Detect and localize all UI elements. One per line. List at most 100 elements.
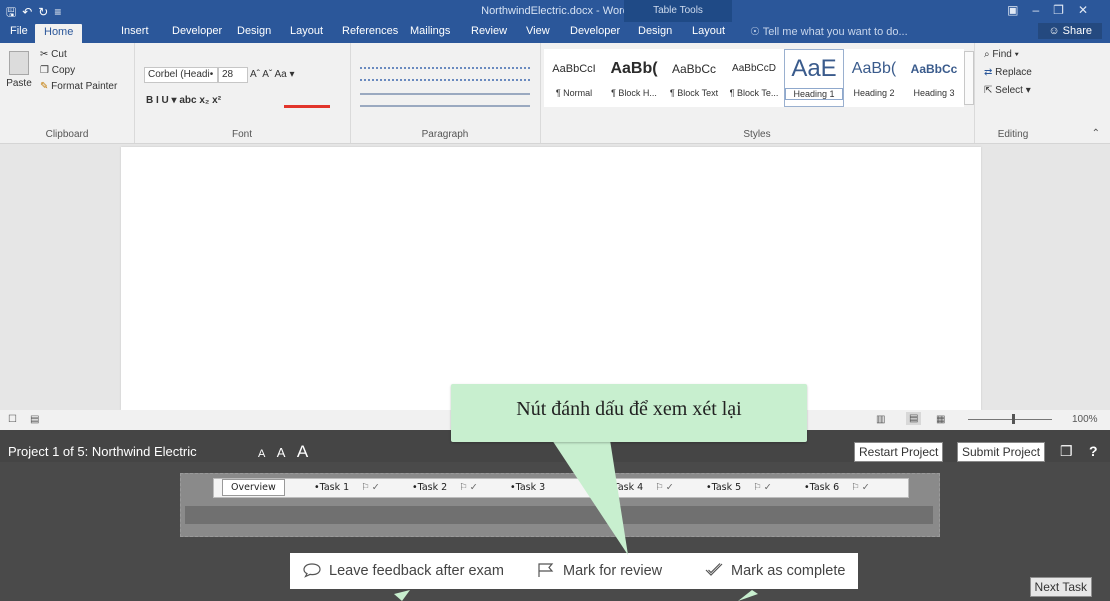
proofing-icon[interactable]: ☐ [8,414,17,425]
task-tab-4[interactable]: •Task 4 ⚐✓ [608,482,676,493]
font-format-buttons[interactable]: B I U ▾ abc x₂ x² [146,95,221,106]
font-size-select[interactable]: 28 [218,67,248,83]
callout-text: Nút đánh dấu để xem xét lại [516,398,742,420]
replace-icon: ⇄ [984,67,993,78]
tab-overview[interactable]: Overview [222,479,285,496]
tab-file[interactable]: File [10,25,28,37]
task-tab-3[interactable]: •Task 3 [510,482,545,493]
copy-icon: ❐ [40,65,49,76]
web-layout-icon[interactable]: ▦ [936,414,945,425]
style-block-heading[interactable]: AaBb( ¶ Block H... [604,49,664,107]
font-size-small-button[interactable]: A [258,448,265,460]
font-group: Corbel (Headi• 28 Aˆ Aˇ Aa ▾ B I U ▾ abc… [134,43,351,143]
maximize-icon[interactable]: ❐ [1053,3,1078,17]
tab-insert[interactable]: Insert [121,25,149,37]
font-group-label: Font [231,129,252,140]
minimize-icon[interactable]: – [1032,3,1053,17]
cursor-icon: ⇱ [984,85,993,96]
tab-home[interactable]: Home [35,24,83,43]
style-normal[interactable]: AaBbCcI ¶ Normal [544,49,604,107]
collapse-ribbon-icon[interactable]: ⌃ [1092,128,1100,139]
close-icon[interactable]: ✕ [1078,3,1102,17]
tab-design[interactable]: Design [237,25,271,37]
style-heading-2[interactable]: AaBb( Heading 2 [844,49,904,107]
copy-button[interactable]: ❐ Copy [40,65,75,76]
style-block-text-2[interactable]: AaBbCcD ¶ Block Te... [724,49,784,107]
format-painter-button[interactable]: ✎ Format Painter [40,81,117,92]
tab-layout[interactable]: Layout [290,25,323,37]
mark-for-review-button[interactable]: Mark for review [536,553,662,589]
exam-panel: Project 1 of 5: Northwind Electric A A A… [0,430,1110,601]
vertical-scrollbar[interactable] [1094,144,1110,410]
zoom-slider[interactable] [968,419,1052,420]
font-size-controls: A A A [258,442,308,462]
tab-view[interactable]: View [526,25,550,37]
clipboard-group: Paste ✂ Cut ❐ Copy ✎ Format Painter Clip… [0,43,135,143]
checkmark-icon [705,563,723,576]
window-controls: ▣–❐✕ [1007,3,1102,17]
brush-icon: ✎ [40,81,49,92]
ribbon: Paste ✂ Cut ❐ Copy ✎ Format Painter Clip… [0,43,1110,144]
project-title: Project 1 of 5: Northwind Electric [8,444,197,459]
search-icon: ⌕ [984,49,990,60]
clipboard-icon [9,51,29,75]
table-tools-context-label: Table Tools [624,0,732,22]
replace-button[interactable]: ⇄ Replace [984,67,1032,78]
style-heading-1[interactable]: AaE Heading 1 [784,49,844,107]
task-tabs: Overview •Task 1 ⚐✓ •Task 2 ⚐✓ •Task 3 •Ta… [213,478,909,498]
tab-references[interactable]: References [342,25,398,37]
task-tab-5[interactable]: •Task 5 ⚐✓ [706,482,774,493]
find-button[interactable]: ⌕ Find ▾ [984,49,1019,60]
tab-table-layout[interactable]: Layout [692,25,725,37]
task-tab-2[interactable]: •Task 2 ⚐✓ [412,482,480,493]
zoom-slider-thumb[interactable] [1012,414,1015,424]
select-button[interactable]: ⇱ Select ▾ [984,85,1031,96]
flag-check-icon: ⚐✓ [361,482,382,493]
document-page[interactable] [121,147,981,410]
next-task-button[interactable]: Next Task [1029,577,1092,597]
tell-me-box[interactable]: ☉ Tell me what you want to do... [750,25,908,38]
paragraph-group-label: Paragraph [421,129,469,140]
tab-developer[interactable]: Developer [172,25,222,37]
flag-check-icon: ⚐✓ [851,482,872,493]
font-size-adjust-buttons[interactable]: Aˆ Aˇ Aa ▾ [250,69,294,80]
tab-review[interactable]: Review [471,25,507,37]
font-size-large-button[interactable]: A [297,442,308,461]
task-content-bar [185,506,933,524]
font-size-medium-button[interactable]: A [277,445,286,460]
flag-check-icon: ⚐✓ [459,482,480,493]
ribbon-options-icon[interactable]: ▣ [1007,3,1032,17]
text-color-icon[interactable] [284,93,330,108]
paste-button[interactable]: Paste [6,51,32,89]
macro-icon[interactable]: ▤ [30,414,39,425]
styles-scroll[interactable] [964,51,974,105]
task-tab-1[interactable]: •Task 1 ⚐✓ [314,482,382,493]
bullets-icon[interactable] [360,67,530,81]
scissors-icon: ✂ [40,49,49,60]
mark-as-complete-button[interactable]: Mark as complete [704,553,845,589]
tab-developer-2[interactable]: Developer [570,25,620,37]
tab-mailings[interactable]: Mailings [410,25,450,37]
editing-group: ⌕ Find ▾ ⇄ Replace ⇱ Select ▾ Editing [974,43,1052,143]
style-heading-3[interactable]: AaBbCc Heading 3 [904,49,964,107]
editing-group-label: Editing [997,129,1029,140]
title-bar: 🖫↶↻≡ NorthwindElectric.docx - Word Table… [0,0,1110,22]
read-mode-icon[interactable]: ▥ [876,414,885,425]
flag-check-icon: ⚐✓ [753,482,774,493]
restore-window-icon[interactable]: ❒ [1060,443,1073,460]
font-name-select[interactable]: Corbel (Headi• [144,67,218,83]
help-button[interactable]: ? [1089,443,1098,459]
callout-box: Nút đánh dấu để xem xét lại [451,384,807,442]
task-tab-6[interactable]: •Task 6 ⚐✓ [804,482,872,493]
clipboard-group-label: Clipboard [45,129,89,140]
restart-project-button[interactable]: Restart Project [854,442,944,462]
document-area [0,144,1110,410]
style-block-text[interactable]: AaBbCc ¶ Block Text [664,49,724,107]
leave-feedback-button[interactable]: Leave feedback after exam [302,553,504,589]
submit-project-button[interactable]: Submit Project [957,442,1046,462]
cut-button[interactable]: ✂ Cut [40,49,67,60]
print-layout-icon[interactable]: ▤ [906,412,922,425]
tab-table-design[interactable]: Design [638,25,672,37]
share-button[interactable]: ☺ Share [1038,23,1102,39]
align-icon[interactable] [360,93,530,107]
